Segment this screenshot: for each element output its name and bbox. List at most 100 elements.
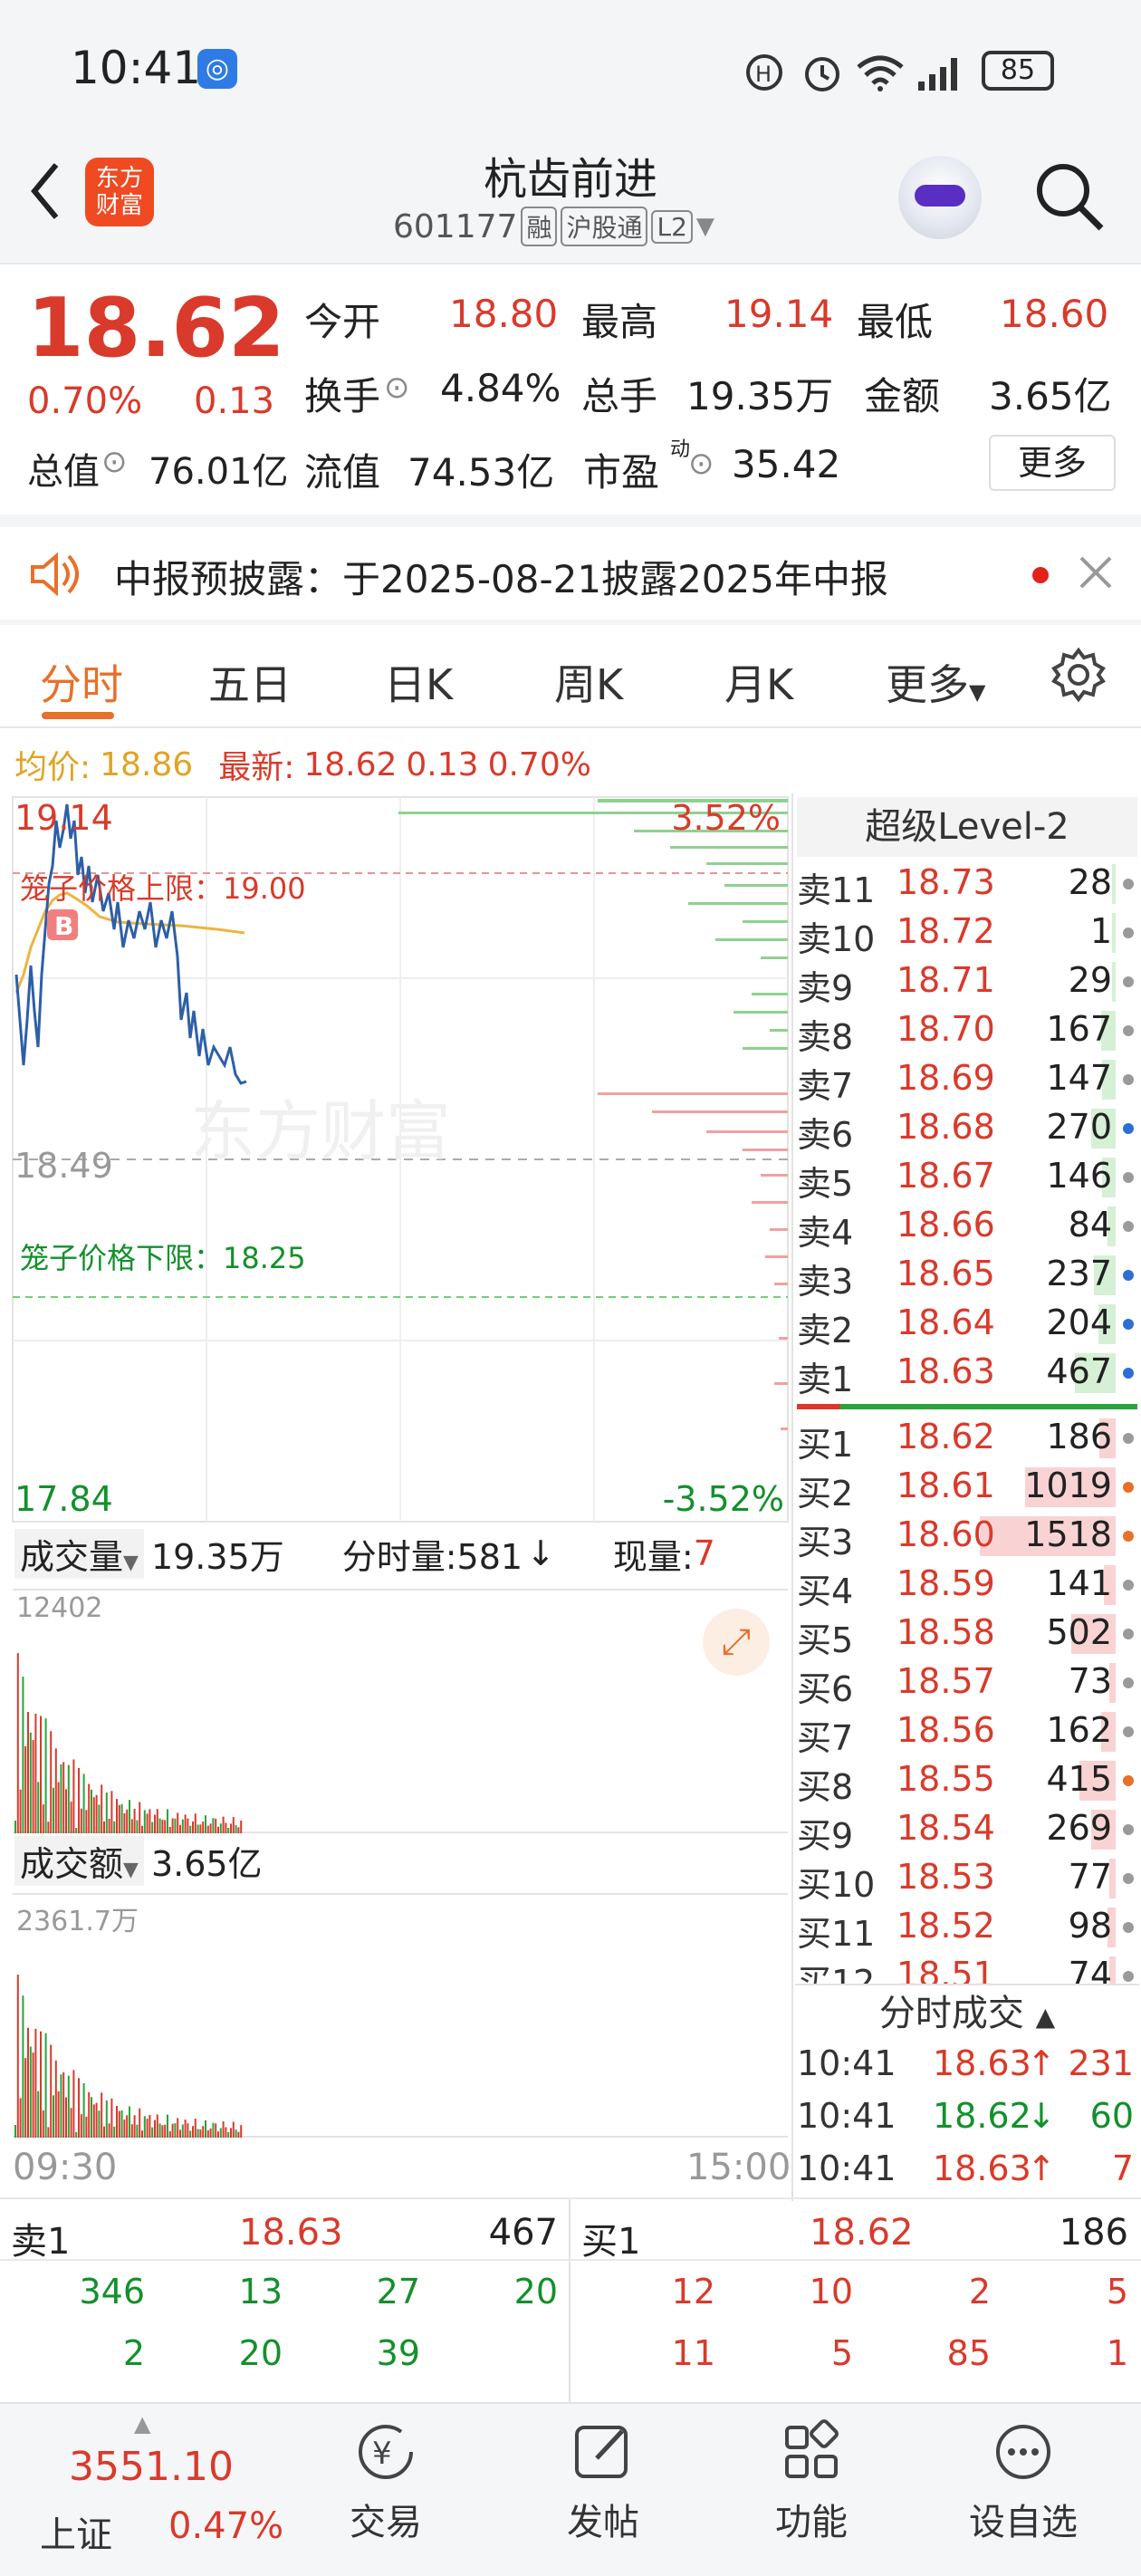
bid-row[interactable]: 买3 18.60 1518 [797,1511,1141,1562]
ask-row[interactable]: 卖10 18.72 1 [797,908,1141,959]
bar [44,2033,47,2138]
level-volume: 162 [1046,1710,1112,1750]
bar [217,2131,219,2138]
bar [82,2082,85,2138]
tab-five-day[interactable]: 五日 [208,652,292,712]
index-name[interactable]: 上证 [40,2505,112,2558]
bid-row[interactable]: 买6 18.57 73 [797,1658,1141,1709]
amount-selector[interactable]: 成交额▼ [14,1835,144,1886]
level-price: 18.72 [896,911,995,951]
level-volume: 84 [1068,1205,1112,1245]
ask-row[interactable]: 卖9 18.71 29 [797,956,1141,1008]
amount-label: 成交额 [20,1843,124,1884]
ask-row[interactable]: 卖8 18.70 167 [797,1005,1141,1057]
level-price: 18.66 [896,1205,995,1245]
bar [70,2108,72,2138]
info-icon[interactable]: ⊙ [101,444,128,480]
bar [118,1804,120,1833]
notice-bar[interactable]: 中报预披露：于2025-08-21披露2025年中报 [0,527,1141,620]
ask-row[interactable]: 卖4 18.66 84 [797,1201,1141,1253]
tab-more[interactable]: 更多▼ [886,652,985,712]
robot-assistant-icon[interactable] [898,156,982,239]
amount-chart[interactable]: 2361.7万 [13,1893,788,2138]
bar [167,2114,168,2138]
tab-intraday[interactable]: 分时 [40,652,123,712]
bid-row[interactable]: 买7 18.56 162 [797,1706,1141,1758]
level-volume: 28 [1068,862,1112,902]
app-notification-icon: ◎ [197,49,237,89]
bar [22,1677,24,1833]
tick-header[interactable]: 分时成交 ▲ [795,1984,1139,2040]
level-volume: 502 [1046,1612,1112,1652]
settings-gear-icon[interactable] [1049,645,1108,705]
bar [237,1827,240,1833]
tick-time: 10:41 [797,2096,896,2136]
level-dot [1123,1726,1134,1737]
bar [212,2122,215,2138]
index-value[interactable]: 3551.10 [69,2444,234,2490]
bid-row[interactable]: 买10 18.53 77 [797,1853,1141,1905]
bid-row[interactable]: 买5 18.58 502 [797,1609,1141,1660]
bid-row[interactable]: 买4 18.59 141 [797,1560,1141,1611]
bar [179,2129,181,2138]
orderbook-title: 超级Level-2 [797,797,1137,857]
ask-row[interactable]: 卖6 18.68 270 [797,1103,1141,1155]
bar [72,2070,75,2138]
volume-selector[interactable]: 成交量▼ [14,1528,144,1579]
tab-daily-k[interactable]: 日K [384,652,453,712]
bar [95,1794,98,1833]
queue-order: 5 [830,2333,853,2373]
nav-functions[interactable]: 功能 [766,2418,857,2545]
level-label: 买9 [797,1816,854,1856]
volume-label: 成交量 [20,1536,124,1577]
volume-chart[interactable]: 12402 ⤢ [13,1589,788,1833]
close-icon[interactable] [1078,554,1114,591]
ask-row[interactable]: 卖2 18.64 204 [797,1299,1141,1350]
level-volume: 204 [1046,1302,1112,1342]
bar [72,1759,75,1833]
bar [54,2060,57,2138]
bid-row[interactable]: 买8 18.55 415 [797,1755,1141,1807]
nav-post[interactable]: 发帖 [558,2418,648,2545]
bid-row[interactable]: 买2 18.61 1019 [797,1462,1141,1514]
info-icon[interactable]: ⊙ [688,446,714,482]
bid-row[interactable]: 买11 18.52 98 [797,1902,1141,1954]
bar [129,2106,130,2138]
status-bar: 10:41 ◎ H 85 [0,0,1141,136]
nav-watchlist[interactable]: 设自选 [969,2418,1078,2545]
bar [154,1814,156,1833]
nav-trade[interactable]: ¥ 交易 [340,2418,431,2545]
ask-row[interactable]: 卖5 18.67 146 [797,1152,1141,1204]
dropdown-icon[interactable]: ▼ [696,213,714,240]
bar [67,2075,70,2138]
bar [174,1818,177,1833]
latest-value: 18.62 [303,745,398,783]
ask-row[interactable]: 卖1 18.63 467 [797,1348,1141,1399]
search-icon[interactable] [1032,159,1107,234]
bar [116,1799,118,1833]
info-icon[interactable]: ⊙ [384,370,410,406]
bar [105,2100,108,2138]
ask-row[interactable]: 卖3 18.65 237 [797,1250,1141,1302]
bar [47,1821,50,1833]
expand-up-icon[interactable]: ▲ [134,2411,150,2437]
ask-row[interactable]: 卖7 18.69 147 [797,1054,1141,1106]
bar [105,1793,108,1833]
now-label: 现量: [612,1536,694,1577]
level-volume: 237 [1046,1254,1112,1293]
ask-row[interactable]: 卖11 18.73 28 [797,859,1141,910]
bar [14,1821,16,1833]
bar [225,2127,227,2138]
bar [29,1732,32,1833]
bid-row[interactable]: 买1 18.62 186 [797,1413,1141,1465]
more-button[interactable]: 更多 [989,435,1116,491]
tab-weekly-k[interactable]: 周K [554,652,623,712]
tick-time: 10:41 [797,2043,896,2083]
index-pct[interactable]: 0.47% [168,2505,283,2547]
amount-label: 金额 [864,374,941,418]
tab-monthly-k[interactable]: 月K [724,652,793,712]
bid-row[interactable]: 买9 18.54 269 [797,1804,1141,1856]
bar [205,1815,206,1833]
level-volume: 415 [1046,1759,1112,1799]
tab-active-indicator [42,712,114,719]
